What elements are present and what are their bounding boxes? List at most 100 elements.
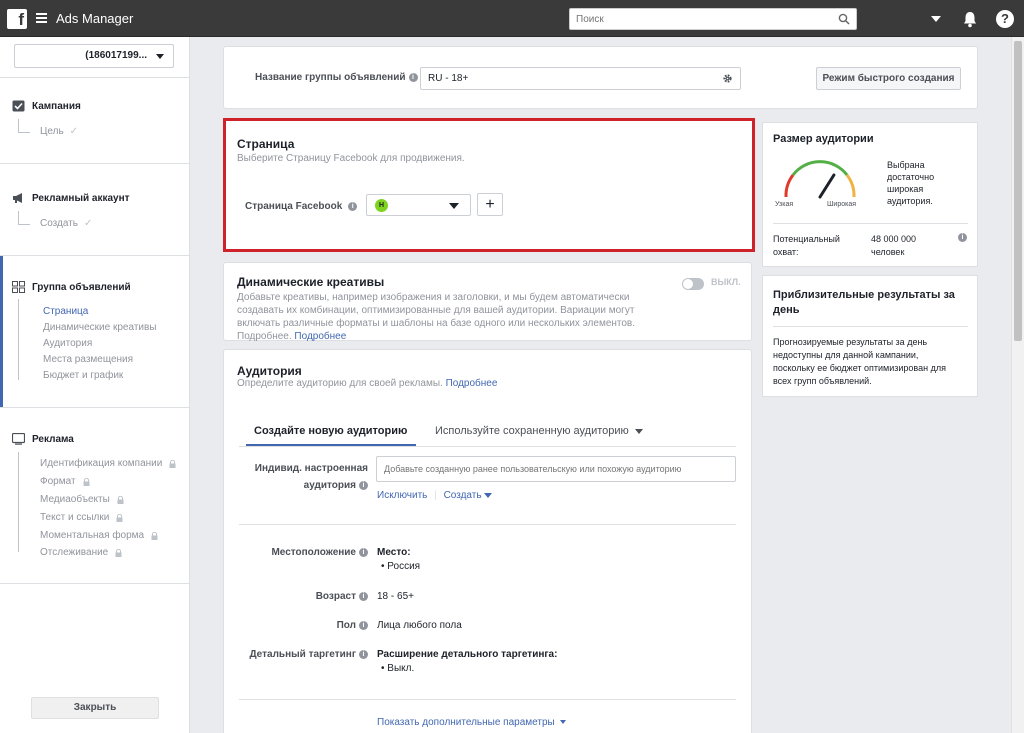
divider <box>0 407 190 408</box>
sidebar-link-audience[interactable]: Аудитория <box>43 338 92 349</box>
age-label-text: Возраст <box>315 591 356 602</box>
sidebar-item-ad-set[interactable]: Группа объявлений <box>12 281 131 293</box>
search-input[interactable] <box>570 9 820 29</box>
quick-create-button[interactable]: Режим быстрого создания <box>816 67 961 90</box>
audience-gauge <box>784 160 856 199</box>
exclude-link[interactable]: Исключить <box>377 490 427 501</box>
scrollbar-thumb[interactable] <box>1014 41 1022 341</box>
detailed-targeting-label: Детальный таргетинг i <box>240 649 368 660</box>
custom-audience-actions: Исключить | Создать <box>377 490 493 501</box>
reach-label-line2: охват: <box>773 247 799 257</box>
sidebar-item-objective[interactable]: Цель ✓ <box>40 126 78 137</box>
detailed-targeting-item: • Выкл. <box>381 663 415 674</box>
sidebar-item-label: Группа объявлений <box>32 281 131 293</box>
audience-card: Аудитория Определите аудиторию для своей… <box>223 349 752 733</box>
show-more-options-link[interactable]: Показать дополнительные параметры <box>377 717 566 728</box>
sidebar-item-create[interactable]: Создать ✓ <box>40 218 92 229</box>
active-section-indicator <box>0 256 3 407</box>
sidebar-link-placements[interactable]: Места размещения <box>43 354 133 365</box>
estimated-results-text: Прогнозируемые результаты за день недост… <box>773 336 946 388</box>
dynamic-creatives-toggle[interactable] <box>682 278 704 290</box>
sidebar-item-ad[interactable]: Реклама <box>12 433 74 445</box>
adset-name-card: Название группы объявлений i RU - 18+ Реж… <box>223 46 978 109</box>
info-icon[interactable]: i <box>958 233 967 242</box>
audience-verdict: Выбрана достаточно широкая аудитория. <box>887 159 934 207</box>
facebook-page-label: Страница Facebook i <box>245 201 358 212</box>
info-icon[interactable]: i <box>359 480 368 490</box>
adset-name-value: RU - 18+ <box>428 73 469 84</box>
custom-audience-input[interactable] <box>376 456 736 482</box>
account-selector[interactable]: (186017199... <box>14 44 174 68</box>
search-box[interactable] <box>569 8 857 30</box>
grid-icon <box>12 281 25 293</box>
sidebar-item-format[interactable]: Формат <box>40 476 90 487</box>
tree-line <box>18 452 30 552</box>
sidebar: (186017199... Кампания Цель ✓ Рекламный … <box>0 37 190 733</box>
divider <box>239 699 736 700</box>
reach-value: 48 000 000 <box>871 234 917 244</box>
account-menu-caret-icon[interactable] <box>931 16 941 22</box>
page-section-card: Страница Выберите Страницу Facebook для … <box>223 118 755 252</box>
search-icon[interactable] <box>838 13 850 25</box>
sidebar-item-text-links[interactable]: Текст и ссылки <box>40 512 123 523</box>
location-label: Местоположение i <box>240 547 368 558</box>
gear-icon[interactable] <box>722 73 733 84</box>
info-icon[interactable]: i <box>359 649 368 659</box>
add-page-button[interactable]: + <box>477 193 503 216</box>
tab-new-audience[interactable]: Создайте новую аудиторию <box>254 425 407 437</box>
estimated-results-card: Приблизительные результаты за день Прогн… <box>762 275 978 397</box>
custom-audience-label-line2: аудитория <box>303 480 356 491</box>
page-scrollbar[interactable] <box>1011 37 1024 733</box>
gender-value[interactable]: Лица любого пола <box>377 620 462 631</box>
sidebar-link-page[interactable]: Страница <box>43 306 88 317</box>
info-icon[interactable]: i <box>359 591 368 601</box>
sidebar-item-campaign[interactable]: Кампания <box>12 100 81 112</box>
sidebar-item-media[interactable]: Медиаобъекты <box>40 494 124 505</box>
sidebar-link-budget[interactable]: Бюджет и график <box>43 370 123 381</box>
close-button[interactable]: Закрыть <box>31 697 159 719</box>
info-icon[interactable]: i <box>348 201 358 211</box>
section-subtitle: Выберите Страницу Facebook для продвижен… <box>237 153 465 164</box>
lock-icon <box>151 531 158 540</box>
info-icon[interactable]: i <box>408 72 418 82</box>
info-icon[interactable]: i <box>359 620 368 630</box>
sidebar-subitem-label: Медиаобъекты <box>40 494 110 505</box>
facebook-page-select[interactable]: Н <box>366 194 471 216</box>
custom-audience-label: Индивид. настроенная аудитория i <box>240 460 368 494</box>
chevron-down-icon[interactable] <box>484 492 493 498</box>
gauge-arc-high <box>845 174 856 198</box>
help-icon[interactable]: ? <box>996 10 1014 28</box>
sidebar-item-instant-form[interactable]: Моментальная форма <box>40 530 158 541</box>
tab-saved-audience[interactable]: Используйте сохраненную аудиторию <box>435 425 643 437</box>
sidebar-item-business-identity[interactable]: Идентификация компании <box>40 458 176 469</box>
sidebar-subitem-label: Отслеживание <box>40 547 109 558</box>
info-icon[interactable]: i <box>359 547 368 557</box>
age-value[interactable]: 18 - 65+ <box>377 591 414 602</box>
divider <box>239 524 736 525</box>
text-line: Прогнозируемые результаты за день <box>773 337 928 347</box>
sidebar-item-tracking[interactable]: Отслеживание <box>40 547 122 558</box>
sidebar-link-dynamic-creatives[interactable]: Динамические креативы <box>43 322 156 333</box>
verdict-line: аудитория. <box>887 196 933 206</box>
location-title: Место: <box>377 547 411 558</box>
divider <box>0 255 190 256</box>
gauge-low-label: Узкая <box>775 201 794 208</box>
tab-saved-label: Используйте сохраненную аудиторию <box>435 425 629 437</box>
create-link[interactable]: Создать <box>444 490 482 501</box>
lock-icon <box>116 513 123 522</box>
learn-more-link[interactable]: Подробнее <box>446 378 498 389</box>
app-title: Ads Manager <box>56 11 134 26</box>
facebook-logo-icon[interactable]: f <box>7 9 27 29</box>
learn-more-link[interactable]: Подробнее <box>294 331 346 342</box>
gender-label-text: Пол <box>336 620 356 631</box>
facebook-page-label-text: Страница Facebook <box>245 201 343 212</box>
sidebar-item-ad-account[interactable]: Рекламный аккаунт <box>12 192 130 204</box>
page-avatar: Н <box>375 199 388 212</box>
divider <box>0 583 190 584</box>
notifications-bell-icon[interactable] <box>961 10 979 28</box>
adset-name-input[interactable]: RU - 18+ <box>420 67 741 90</box>
divider <box>773 326 968 327</box>
checkbox-checked-icon <box>12 100 25 112</box>
menu-icon[interactable] <box>36 13 47 23</box>
lock-icon <box>83 477 90 486</box>
